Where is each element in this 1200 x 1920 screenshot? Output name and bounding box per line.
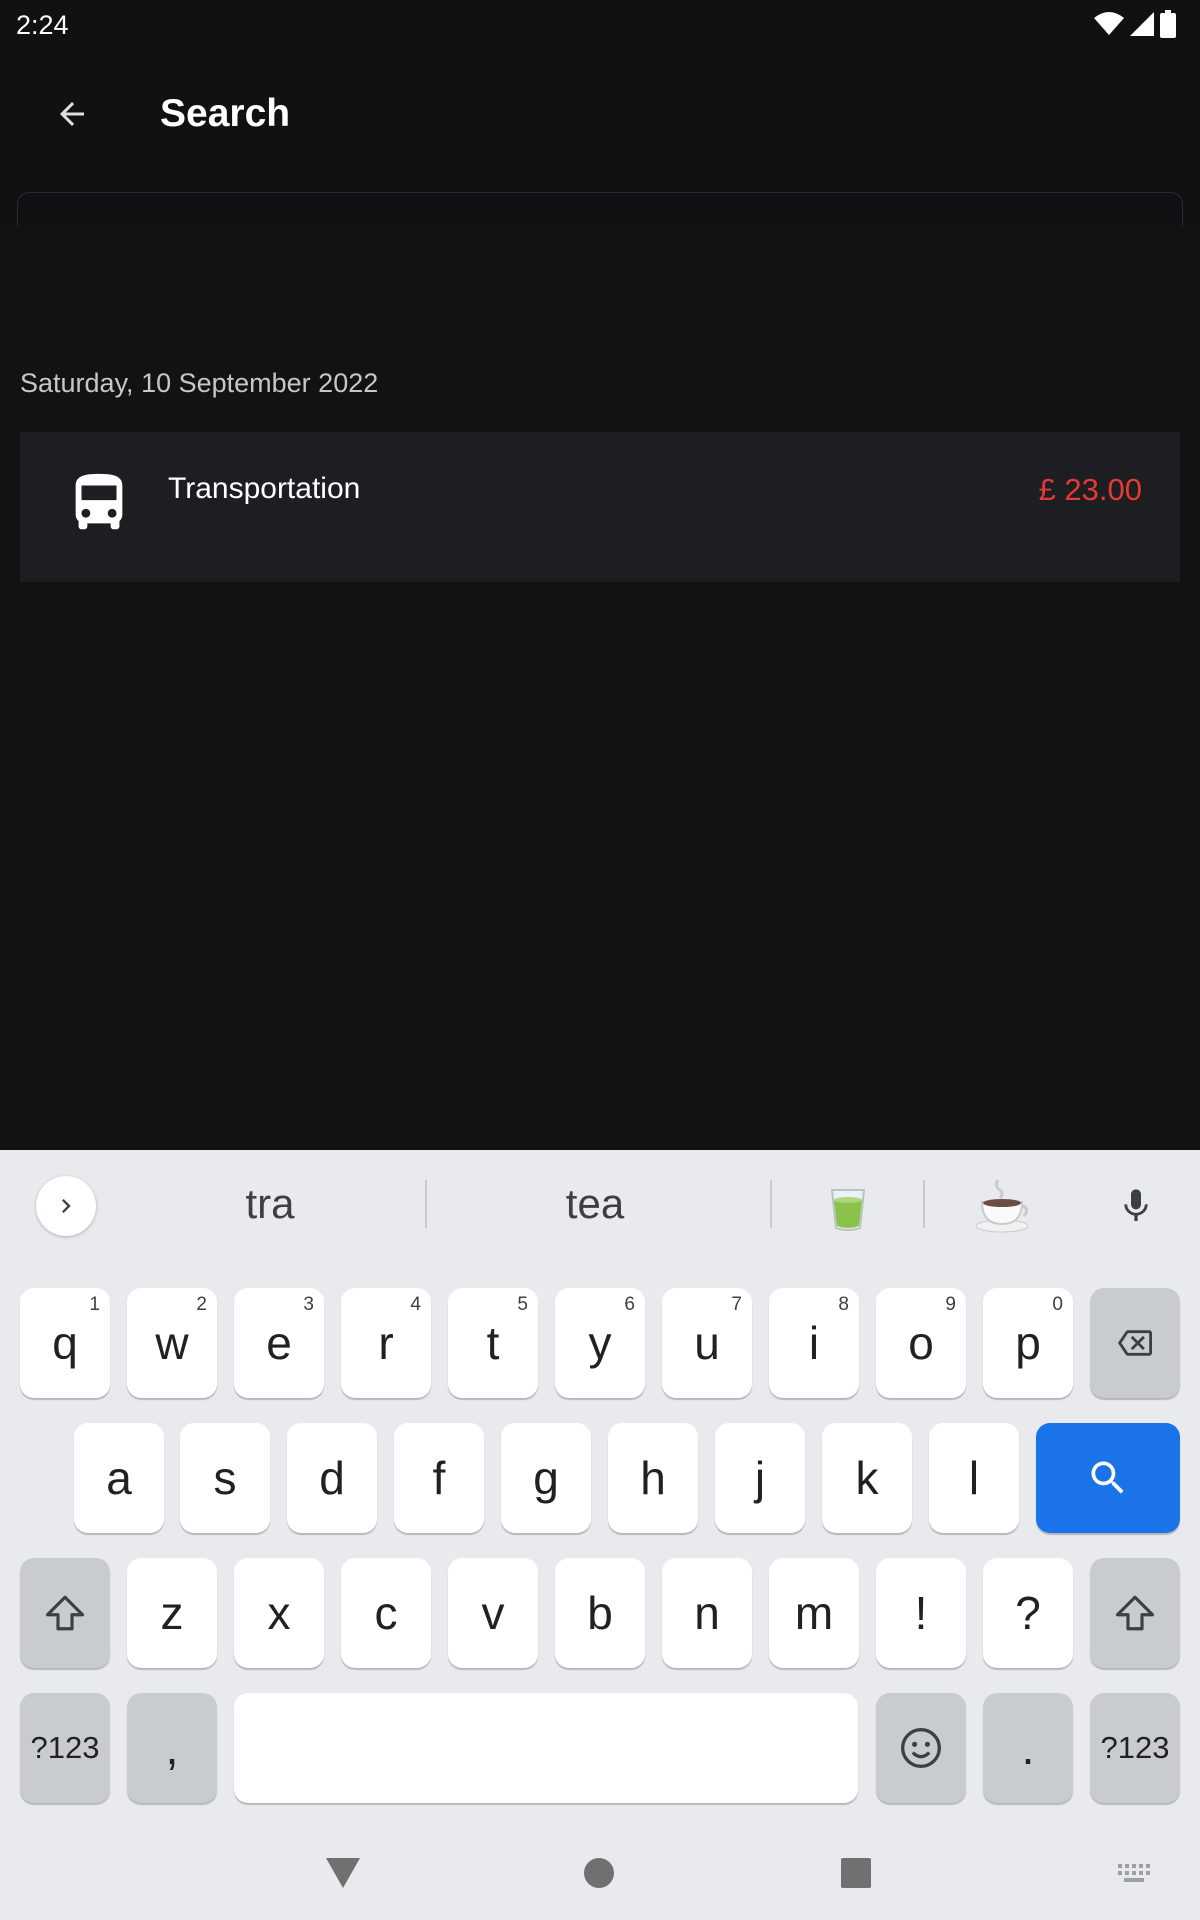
- key-r[interactable]: r4: [341, 1288, 431, 1398]
- key-l[interactable]: l: [929, 1423, 1019, 1533]
- suggestion-divider: [923, 1180, 925, 1228]
- microphone-icon: [1124, 1189, 1148, 1221]
- status-icons: [1094, 10, 1176, 38]
- signal-icon: [1130, 12, 1154, 36]
- emoji-key[interactable]: [876, 1693, 966, 1803]
- search-results: Saturday, 10 September 2022 Transportati…: [0, 226, 1200, 1150]
- backspace-key[interactable]: [1090, 1288, 1180, 1398]
- shift-key-right[interactable]: [1090, 1558, 1180, 1668]
- home-circle-icon[interactable]: [584, 1858, 614, 1888]
- smiley-icon: [901, 1728, 941, 1768]
- key-question[interactable]: ?: [983, 1558, 1073, 1668]
- suggestion-strip: tra tea: [0, 1150, 1200, 1258]
- date-header: Saturday, 10 September 2022: [20, 368, 379, 398]
- key-f[interactable]: f: [394, 1423, 484, 1533]
- key-t[interactable]: t5: [448, 1288, 538, 1398]
- suggestion-divider: [425, 1180, 427, 1228]
- navigation-bar: [0, 1840, 1200, 1920]
- status-bar: 2:24: [0, 0, 1200, 50]
- key-b[interactable]: b: [555, 1558, 645, 1668]
- transaction-amount: £ 23.00: [1038, 472, 1142, 507]
- transaction-category: Transportation: [168, 472, 361, 505]
- voice-input-button[interactable]: [1110, 1176, 1162, 1236]
- keyboard-switch-icon[interactable]: [1118, 1864, 1150, 1884]
- transaction-item[interactable]: Transportation £ 23.00: [20, 432, 1180, 582]
- search-key[interactable]: [1036, 1423, 1180, 1533]
- status-time: 2:24: [16, 10, 69, 40]
- shift-icon: [1115, 1595, 1155, 1631]
- key-exclamation[interactable]: !: [876, 1558, 966, 1668]
- page-title: Search: [160, 92, 291, 135]
- search-icon: [1091, 1461, 1124, 1494]
- coffee-emoji-icon[interactable]: [972, 1176, 1032, 1236]
- key-k[interactable]: k: [822, 1423, 912, 1533]
- key-y[interactable]: y6: [555, 1288, 645, 1398]
- key-a[interactable]: a: [74, 1423, 164, 1533]
- symbols-key-right[interactable]: ?123: [1090, 1693, 1180, 1803]
- key-o[interactable]: o9: [876, 1288, 966, 1398]
- key-u[interactable]: u7: [662, 1288, 752, 1398]
- shift-icon: [45, 1595, 85, 1631]
- back-button[interactable]: [44, 86, 100, 142]
- key-h[interactable]: h: [608, 1423, 698, 1533]
- shift-key-left[interactable]: [20, 1558, 110, 1668]
- suggestion-divider: [770, 1180, 772, 1228]
- key-e[interactable]: e3: [234, 1288, 324, 1398]
- key-i[interactable]: i8: [769, 1288, 859, 1398]
- key-p[interactable]: p0: [983, 1288, 1073, 1398]
- arrow-left-icon: [60, 102, 84, 126]
- suggestion-2[interactable]: tea: [515, 1180, 675, 1228]
- key-j[interactable]: j: [715, 1423, 805, 1533]
- key-n[interactable]: n: [662, 1558, 752, 1668]
- period-key[interactable]: .: [983, 1693, 1073, 1803]
- key-m[interactable]: m: [769, 1558, 859, 1668]
- bus-icon: [75, 473, 123, 530]
- key-q[interactable]: q1: [20, 1288, 110, 1398]
- key-z[interactable]: z: [127, 1558, 217, 1668]
- key-w[interactable]: w2: [127, 1288, 217, 1398]
- tea-emoji-icon[interactable]: [818, 1176, 878, 1236]
- backspace-icon: [1118, 1330, 1152, 1356]
- key-x[interactable]: x: [234, 1558, 324, 1668]
- key-s[interactable]: s: [180, 1423, 270, 1533]
- space-bar[interactable]: [234, 1693, 858, 1803]
- comma-key[interactable]: ,: [127, 1693, 217, 1803]
- back-triangle-icon[interactable]: [326, 1858, 360, 1888]
- soft-keyboard: tra tea q1 w2 e3 r4 t5 y6 u7 i8 o9 p0 a …: [0, 1150, 1200, 1920]
- suggestion-1[interactable]: tra: [190, 1180, 350, 1228]
- recents-square-icon[interactable]: [841, 1858, 871, 1888]
- key-c[interactable]: c: [341, 1558, 431, 1668]
- battery-icon: [1160, 10, 1176, 38]
- wifi-icon: [1094, 12, 1124, 35]
- expand-toolbar-button[interactable]: [36, 1176, 96, 1236]
- key-d[interactable]: d: [287, 1423, 377, 1533]
- symbols-key-left[interactable]: ?123: [20, 1693, 110, 1803]
- key-g[interactable]: g: [501, 1423, 591, 1533]
- chevron-right-icon: [62, 1199, 71, 1213]
- key-v[interactable]: v: [448, 1558, 538, 1668]
